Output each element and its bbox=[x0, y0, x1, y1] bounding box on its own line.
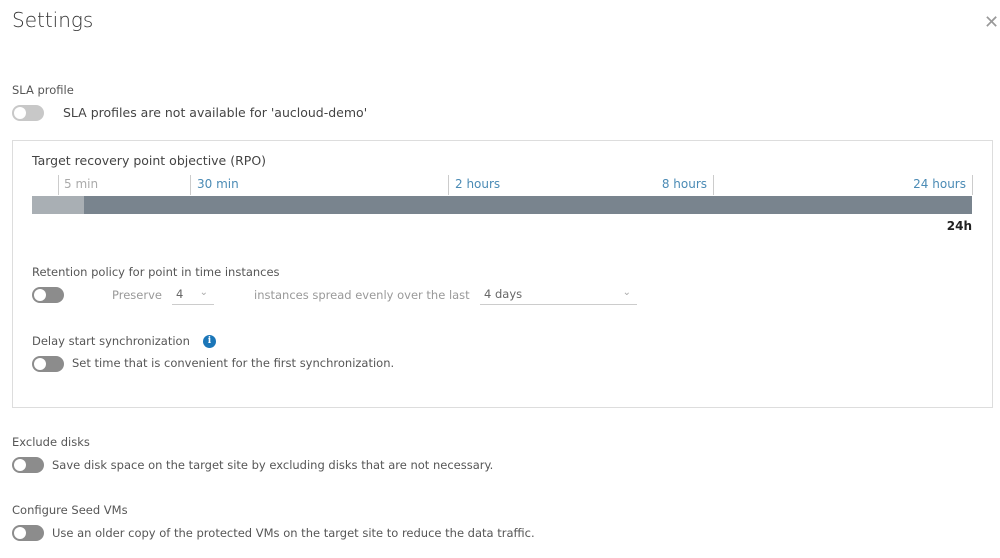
exclude-toggle[interactable] bbox=[12, 457, 44, 473]
retention-heading: Retention policy for point in time insta… bbox=[32, 265, 280, 279]
sla-heading: SLA profile bbox=[12, 83, 74, 97]
retention-period-select[interactable]: 4 days ⌄ bbox=[480, 287, 637, 305]
tick-line bbox=[448, 175, 449, 195]
seed-heading: Configure Seed VMs bbox=[12, 503, 128, 517]
rpo-tick-8hours[interactable]: 8 hours bbox=[662, 177, 707, 191]
preserve-count-select[interactable]: 4 ⌄ bbox=[172, 287, 214, 305]
sla-text: SLA profiles are not available for 'aucl… bbox=[63, 105, 368, 120]
preserve-label: Preserve bbox=[112, 288, 162, 302]
rpo-heading: Target recovery point objective (RPO) bbox=[32, 153, 267, 168]
chevron-down-icon: ⌄ bbox=[622, 287, 631, 298]
delay-text: Set time that is convenient for the firs… bbox=[72, 356, 395, 370]
exclude-text: Save disk space on the target site by ex… bbox=[52, 458, 494, 472]
delay-heading: Delay start synchronization bbox=[32, 334, 190, 348]
rpo-value: 24h bbox=[946, 219, 972, 233]
close-icon[interactable]: ✕ bbox=[984, 12, 999, 33]
exclude-heading: Exclude disks bbox=[12, 435, 90, 449]
rpo-slider-min-region bbox=[32, 196, 84, 214]
rpo-tick-30min[interactable]: 30 min bbox=[197, 177, 239, 191]
retention-period-value: 4 days bbox=[484, 287, 523, 301]
delay-toggle[interactable] bbox=[32, 356, 64, 372]
preserve-count-value: 4 bbox=[176, 287, 184, 301]
sla-toggle[interactable] bbox=[12, 105, 44, 121]
tick-line bbox=[713, 175, 714, 195]
retention-toggle[interactable] bbox=[32, 287, 64, 303]
rpo-slider-track[interactable] bbox=[32, 196, 972, 214]
tick-line bbox=[972, 175, 973, 195]
rpo-tick-24hours[interactable]: 24 hours bbox=[913, 177, 966, 191]
tick-line bbox=[58, 175, 59, 195]
tick-line bbox=[190, 175, 191, 195]
chevron-down-icon: ⌄ bbox=[199, 287, 208, 298]
seed-text: Use an older copy of the protected VMs o… bbox=[52, 526, 535, 540]
rpo-tick-5min[interactable]: 5 min bbox=[64, 177, 98, 191]
rpo-tick-2hours[interactable]: 2 hours bbox=[455, 177, 500, 191]
spread-label: instances spread evenly over the last bbox=[254, 288, 470, 302]
seed-toggle[interactable] bbox=[12, 525, 44, 541]
dialog-title: Settings bbox=[12, 8, 94, 32]
info-icon[interactable]: i bbox=[203, 335, 216, 348]
